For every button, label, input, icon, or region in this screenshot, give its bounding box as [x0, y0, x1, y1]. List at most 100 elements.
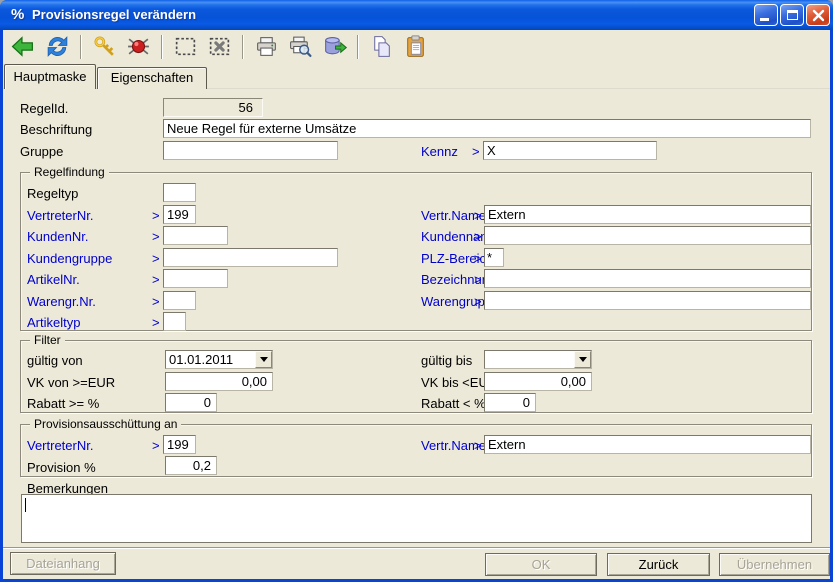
regeltyp-field[interactable]: [163, 183, 196, 202]
ok-button[interactable]: OK: [485, 553, 597, 576]
database-export-icon: [322, 34, 347, 59]
prompt-arrow: >: [152, 251, 160, 266]
artikeltyp-field[interactable]: [163, 312, 186, 331]
bemerkungen-field[interactable]: [21, 494, 812, 543]
prompt-arrow: >: [474, 251, 482, 266]
paste-icon: [403, 34, 428, 59]
clear-selection-button[interactable]: [206, 33, 233, 60]
close-button[interactable]: [806, 4, 830, 26]
gueltig-von-dropdown-button[interactable]: [255, 351, 272, 368]
ausschuettung-vertreternr-field[interactable]: [163, 435, 196, 454]
vk-von-label: VK von >=EUR: [27, 375, 115, 390]
copy-button[interactable]: [368, 33, 395, 60]
regeltyp-label: Regeltyp: [27, 186, 78, 201]
export-data-button[interactable]: [321, 33, 348, 60]
prompt-arrow: >: [474, 208, 482, 223]
clear-selection-icon: [207, 34, 232, 59]
provision-label: Provision %: [27, 460, 96, 475]
gruppe-field[interactable]: [163, 141, 338, 160]
selection-box-icon: [173, 34, 198, 59]
vertreternr-label: VertreterNr.: [27, 208, 93, 223]
toolbar-separator: [161, 35, 163, 59]
regelid-field: [163, 98, 263, 117]
toolbar-separator: [357, 35, 359, 59]
vertreternr-field[interactable]: [163, 205, 196, 224]
rabatt-von-label: Rabatt >= %: [27, 396, 99, 411]
copy-icon: [369, 34, 394, 59]
window-title: Provisionsregel verändern: [32, 7, 196, 22]
debug-button[interactable]: [125, 33, 152, 60]
kundennr-field[interactable]: [163, 226, 228, 245]
bezeichnung-field[interactable]: [484, 269, 811, 288]
maximize-button[interactable]: [780, 4, 804, 26]
toolbar-separator: [80, 35, 82, 59]
print-preview-button[interactable]: [287, 33, 314, 60]
tab-eigenschaften[interactable]: Eigenschaften: [97, 67, 207, 89]
app-icon: %: [11, 6, 24, 23]
prompt-arrow: >: [152, 229, 160, 244]
plz-bereich-label: PLZ-Bereich: [421, 251, 493, 266]
bug-icon: [126, 34, 151, 59]
tab-label: Hauptmaske: [14, 69, 87, 84]
rabatt-bis-field[interactable]: [484, 393, 536, 412]
gueltig-von-combobox[interactable]: [165, 350, 273, 369]
gueltig-bis-label: gültig bis: [421, 353, 472, 368]
close-icon: [811, 8, 826, 23]
kennz-label: Kennz: [421, 144, 458, 159]
prompt-arrow: >: [474, 294, 482, 309]
vertrname-field[interactable]: [484, 205, 811, 224]
beschriftung-label: Beschriftung: [20, 122, 92, 137]
vk-von-field[interactable]: [165, 372, 273, 391]
regelid-label: RegelId.: [20, 101, 68, 116]
gruppe-label: Gruppe: [20, 144, 63, 159]
kundengruppe-label: Kundengruppe: [27, 251, 112, 266]
gueltig-von-label: gültig von: [27, 353, 83, 368]
minimize-button[interactable]: [754, 4, 778, 26]
chevron-down-icon: [260, 357, 268, 362]
key-icon: [92, 34, 117, 59]
prompt-arrow: >: [152, 438, 160, 453]
uebernehmen-button[interactable]: Übernehmen: [719, 553, 830, 576]
kennz-field[interactable]: [483, 141, 657, 160]
prompt-arrow: >: [152, 315, 160, 330]
beschriftung-field[interactable]: [163, 119, 811, 138]
artikelnr-label: ArtikelNr.: [27, 272, 80, 287]
artikelnr-field[interactable]: [163, 269, 228, 288]
print-preview-icon: [288, 34, 313, 59]
warengruppe-field[interactable]: [484, 291, 811, 310]
titlebar: % Provisionsregel verändern: [0, 0, 833, 30]
gueltig-bis-dropdown-button[interactable]: [574, 351, 591, 368]
rabatt-von-field[interactable]: [165, 393, 217, 412]
refresh-button[interactable]: [44, 33, 71, 60]
rabatt-bis-label: Rabatt < %: [421, 396, 486, 411]
kundenname-field[interactable]: [484, 226, 811, 245]
gueltig-bis-input[interactable]: [485, 351, 574, 368]
ausschuettung-group-title: Provisionsausschüttung an: [30, 418, 181, 431]
kundengruppe-field[interactable]: [163, 248, 338, 267]
back-icon: [11, 34, 36, 59]
zurueck-button[interactable]: Zurück: [607, 553, 710, 576]
paste-button[interactable]: [402, 33, 429, 60]
provision-field[interactable]: [165, 456, 217, 475]
vk-bis-field[interactable]: [484, 372, 592, 391]
plz-bereich-field[interactable]: [484, 248, 504, 267]
warengrnr-field[interactable]: [163, 291, 196, 310]
key-button[interactable]: [91, 33, 118, 60]
prompt-arrow: >: [152, 208, 160, 223]
select-area-button[interactable]: [172, 33, 199, 60]
tab-hauptmaske[interactable]: Hauptmaske: [4, 64, 96, 89]
gueltig-bis-combobox[interactable]: [484, 350, 592, 369]
toolbar-separator: [242, 35, 244, 59]
print-button[interactable]: [253, 33, 280, 60]
maximize-icon: [787, 10, 798, 20]
ausschuettung-vertreternr-label: VertreterNr.: [27, 438, 93, 453]
ausschuettung-vertrname-field[interactable]: [484, 435, 811, 454]
prompt-arrow: >: [472, 144, 480, 159]
chevron-down-icon: [579, 357, 587, 362]
back-button[interactable]: [10, 33, 37, 60]
gueltig-von-input[interactable]: [166, 351, 255, 368]
prompt-arrow: >: [474, 229, 482, 244]
prompt-arrow: >: [152, 272, 160, 287]
footer-separator: [3, 547, 830, 549]
dateianhang-button[interactable]: Dateianhang: [10, 552, 116, 575]
